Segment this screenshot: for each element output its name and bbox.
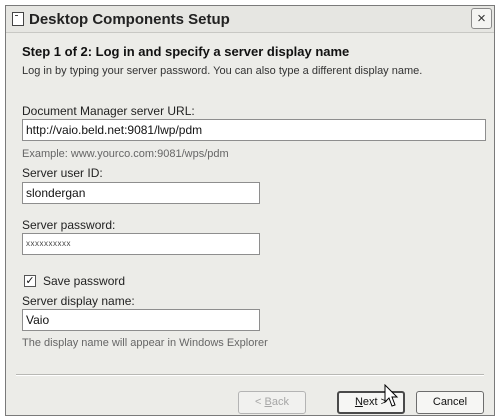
back-button-rest: ack	[271, 396, 289, 408]
mouse-pointer-icon	[384, 384, 399, 407]
setup-dialog: Desktop Components Setup × Step 1 of 2: …	[5, 5, 495, 416]
separator	[16, 374, 484, 376]
step-heading: Step 1 of 2: Log in and specify a server…	[22, 44, 350, 59]
display-name-hint: The display name will appear in Windows …	[22, 337, 268, 349]
server-url-input[interactable]: http://vaio.beld.net:9081/lwp/pdm	[22, 119, 486, 141]
back-button[interactable]: < Back	[238, 391, 306, 414]
title-bar: Desktop Components Setup ×	[6, 6, 494, 33]
save-password-checkbox[interactable]: ✓	[24, 275, 36, 287]
display-name-input[interactable]: Vaio	[22, 309, 260, 331]
document-icon	[12, 12, 24, 26]
window-title: Desktop Components Setup	[29, 11, 230, 28]
next-button-mnemonic: N	[354, 396, 363, 408]
save-password-label[interactable]: Save password	[43, 274, 125, 288]
close-button[interactable]: ×	[471, 8, 492, 29]
display-name-label: Server display name:	[22, 294, 135, 308]
user-id-label: Server user ID:	[22, 166, 103, 180]
close-icon: ×	[477, 10, 486, 27]
server-url-example: Example: www.yourco.com:9081/wps/pdm	[22, 148, 229, 160]
password-label: Server password:	[22, 218, 116, 232]
back-button-prefix: <	[255, 396, 265, 408]
cancel-button[interactable]: Cancel	[416, 391, 484, 414]
user-id-input[interactable]: slondergan	[22, 182, 260, 204]
password-input[interactable]: xxxxxxxxxx	[22, 233, 260, 255]
back-button-mnemonic: B	[264, 396, 272, 408]
step-instruction: Log in by typing your server password. Y…	[22, 65, 423, 77]
server-url-label: Document Manager server URL:	[22, 104, 195, 118]
